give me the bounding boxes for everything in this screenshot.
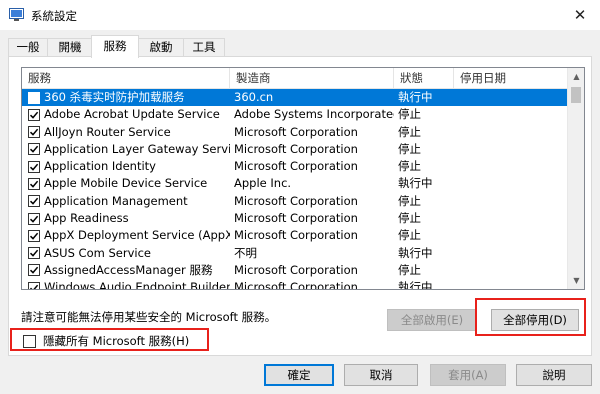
service-name: 360 杀毒实时防护加载服务 xyxy=(44,90,185,104)
table-row[interactable]: Application Layer Gateway Service Microso… xyxy=(22,141,569,158)
service-rows: 360 杀毒实时防护加载服务 360.cn 執行中 Adobe Acrobat Upd… xyxy=(22,89,569,290)
service-manufacturer: Microsoft Corporation xyxy=(234,159,358,174)
tab-label: 服務 xyxy=(103,39,127,53)
service-status: 停止 xyxy=(398,141,421,156)
system-configuration-icon xyxy=(9,8,24,21)
service-checkbox[interactable] xyxy=(28,247,40,260)
service-manufacturer: Apple Inc. xyxy=(234,176,292,191)
service-checkbox[interactable] xyxy=(28,229,40,242)
highlight-disable-all xyxy=(475,298,586,336)
enable-all-button[interactable]: 全部啟用(E) xyxy=(387,309,477,331)
service-checkbox[interactable] xyxy=(28,264,40,277)
service-checkbox[interactable] xyxy=(28,108,40,121)
scroll-up-arrow-icon[interactable]: ▲ xyxy=(568,68,584,85)
service-manufacturer: 不明 xyxy=(234,245,257,260)
service-status: 執行中 xyxy=(398,90,433,104)
service-name: Windows Audio Endpoint Builder xyxy=(44,280,230,290)
tab-label: 啟動 xyxy=(149,40,173,54)
ok-button[interactable]: 確定 xyxy=(264,364,334,386)
service-name: AllJoyn Router Service xyxy=(44,124,171,139)
service-checkbox[interactable] xyxy=(28,195,40,208)
table-row[interactable]: ASUS Com Service 不明 執行中 xyxy=(22,245,569,262)
service-checkbox[interactable] xyxy=(28,177,40,190)
microsoft-services-note: 請注意可能無法停用某些安全的 Microsoft 服務。 xyxy=(21,310,277,324)
tab-label: 開機 xyxy=(58,40,82,54)
service-name: Application Management xyxy=(44,193,188,208)
close-button[interactable]: ✕ xyxy=(560,0,600,30)
service-manufacturer: Microsoft Corporation xyxy=(234,211,358,226)
service-status: 停止 xyxy=(398,211,421,226)
service-name: Apple Mobile Device Service xyxy=(44,176,208,191)
service-manufacturer: Microsoft Corporation xyxy=(234,228,358,243)
scroll-down-arrow-icon[interactable]: ▼ xyxy=(568,272,584,289)
tab-label: 工具 xyxy=(192,40,216,54)
service-checkbox[interactable] xyxy=(28,91,40,104)
tab-general[interactable]: 一般 xyxy=(8,38,48,57)
service-name: Adobe Acrobat Update Service xyxy=(44,107,220,122)
close-icon: ✕ xyxy=(573,6,587,24)
services-list[interactable]: 服務 製造商 狀態 停用日期 360 杀毒实时防护加载服务 360.cn 執行中 Ad… xyxy=(21,67,585,290)
service-name: ASUS Com Service xyxy=(44,245,151,260)
column-header-service[interactable]: 服務 xyxy=(22,68,230,89)
service-status: 停止 xyxy=(398,159,421,174)
service-status: 停止 xyxy=(398,228,421,243)
service-manufacturer: Microsoft Corporation xyxy=(234,262,358,277)
highlight-hide-microsoft xyxy=(10,328,209,351)
column-header-manufacturer[interactable]: 製造商 xyxy=(230,68,394,89)
service-manufacturer: Microsoft Corporation xyxy=(234,193,358,208)
scroll-thumb[interactable] xyxy=(571,87,581,103)
tab-services[interactable]: 服務 xyxy=(91,35,139,58)
service-status: 停止 xyxy=(398,193,421,208)
tab-label: 一般 xyxy=(16,40,40,54)
service-manufacturer: Adobe Systems Incorporated xyxy=(234,107,394,122)
service-manufacturer: Microsoft Corporation xyxy=(234,280,358,290)
title-bar: 系統設定 ✕ xyxy=(0,0,600,30)
tab-tools[interactable]: 工具 xyxy=(183,38,225,57)
table-row[interactable]: 360 杀毒实时防护加载服务 360.cn 執行中 xyxy=(22,89,569,107)
service-status: 停止 xyxy=(398,262,421,277)
column-header-disabled-date[interactable]: 停用日期 xyxy=(454,68,569,89)
tab-startup[interactable]: 啟動 xyxy=(138,38,184,57)
table-row[interactable]: AllJoyn Router Service Microsoft Corporat… xyxy=(22,124,569,141)
column-header-status[interactable]: 狀態 xyxy=(394,68,454,89)
service-manufacturer: 360.cn xyxy=(234,90,274,104)
table-row[interactable]: AssignedAccessManager 服務 Microsoft Corpor… xyxy=(22,262,569,279)
help-button[interactable]: 說明 xyxy=(516,364,592,386)
service-name: Application Identity xyxy=(44,159,156,174)
service-checkbox[interactable] xyxy=(28,281,40,289)
table-row[interactable]: App Readiness Microsoft Corporation 停止 xyxy=(22,210,569,227)
service-status: 執行中 xyxy=(398,280,433,290)
window-title: 系統設定 xyxy=(31,9,77,23)
table-row[interactable]: Adobe Acrobat Update Service Adobe System… xyxy=(22,106,569,123)
service-name: AppX Deployment Service (AppX... xyxy=(44,228,230,243)
service-manufacturer: Microsoft Corporation xyxy=(234,124,358,139)
system-configuration-window: 系統設定 ✕ 一般 開機 服務 啟動 工具 服務 製造商 狀態 停用日期 360… xyxy=(0,0,600,394)
table-row[interactable]: Application Management Microsoft Corporat… xyxy=(22,193,569,210)
table-row[interactable]: Apple Mobile Device Service Apple Inc. 執行中 xyxy=(22,175,569,192)
list-header: 服務 製造商 狀態 停用日期 xyxy=(22,68,569,89)
service-manufacturer: Microsoft Corporation xyxy=(234,141,358,156)
service-checkbox[interactable] xyxy=(28,143,40,156)
service-checkbox[interactable] xyxy=(28,160,40,173)
service-status: 停止 xyxy=(398,107,421,122)
vertical-scrollbar[interactable]: ▲ ▼ xyxy=(567,68,584,289)
service-checkbox[interactable] xyxy=(28,212,40,225)
tab-boot[interactable]: 開機 xyxy=(47,38,93,57)
table-row[interactable]: Application Identity Microsoft Corporatio… xyxy=(22,158,569,175)
service-status: 執行中 xyxy=(398,245,433,260)
service-name: App Readiness xyxy=(44,211,129,226)
service-name: Application Layer Gateway Service xyxy=(44,141,230,156)
apply-button[interactable]: 套用(A) xyxy=(430,364,506,386)
service-name: AssignedAccessManager 服務 xyxy=(44,262,213,277)
service-status: 執行中 xyxy=(398,176,433,191)
service-status: 停止 xyxy=(398,124,421,139)
cancel-button[interactable]: 取消 xyxy=(344,364,418,386)
table-row[interactable]: AppX Deployment Service (AppX... Microsof… xyxy=(22,227,569,244)
service-checkbox[interactable] xyxy=(28,126,40,139)
table-row[interactable]: Windows Audio Endpoint Builder Microsoft … xyxy=(22,279,569,290)
